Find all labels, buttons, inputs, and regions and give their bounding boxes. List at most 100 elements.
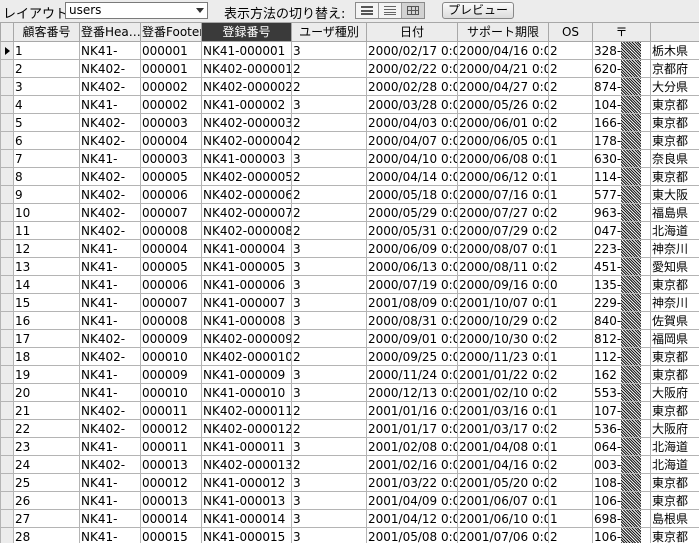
table-cell[interactable]: NK41-: [79, 437, 141, 456]
table-cell[interactable]: 2000/04/14 0:00: [366, 167, 458, 186]
table-cell[interactable]: 3: [291, 275, 367, 294]
table-cell[interactable]: 000001: [140, 41, 202, 60]
table-cell[interactable]: 000003: [140, 113, 202, 132]
table-row[interactable]: 2NK402-000001NK402-00000122000/02/22 0:0…: [0, 59, 699, 78]
table-cell[interactable]: 18: [13, 347, 80, 366]
table-cell[interactable]: 2001/04/12 0:00: [366, 509, 458, 528]
table-row[interactable]: 8NK402-000005NK402-00000522000/04/14 0:0…: [0, 167, 699, 186]
table-cell[interactable]: NK402-: [79, 347, 141, 366]
table-cell[interactable]: NK41-000003: [201, 149, 292, 168]
table-cell[interactable]: 000011: [140, 401, 202, 420]
table-cell[interactable]: 2: [291, 401, 367, 420]
row-selector[interactable]: [0, 311, 14, 330]
row-selector[interactable]: [0, 77, 14, 96]
table-cell[interactable]: 000004: [140, 131, 202, 150]
table-cell[interactable]: 2: [291, 113, 367, 132]
table-cell[interactable]: 2000/08/31 0:00: [366, 311, 458, 330]
table-cell[interactable]: 25: [13, 473, 80, 492]
table-cell[interactable]: 2000/07/19 0:00: [366, 275, 458, 294]
chevron-down-icon[interactable]: [196, 8, 204, 13]
table-cell[interactable]: NK402-000006: [201, 185, 292, 204]
table-row[interactable]: 4NK41-000002NK41-00000232000/03/28 0:002…: [0, 95, 699, 114]
table-cell[interactable]: 874-: [592, 77, 651, 96]
table-row[interactable]: 10 NK402- 000007 NK402-000007 2 2000/05/29 0:…: [0, 203, 699, 222]
row-selector[interactable]: [0, 149, 14, 168]
table-cell[interactable]: 000007: [140, 203, 202, 222]
table-cell[interactable]: 2: [548, 95, 593, 114]
table-cell[interactable]: 064-: [592, 437, 651, 456]
table-cell[interactable]: 000008: [140, 311, 202, 330]
table-cell[interactable]: 京都府: [650, 59, 699, 78]
table-cell[interactable]: 2000/07/16 0:00: [457, 185, 549, 204]
row-selector[interactable]: [0, 113, 14, 132]
table-cell[interactable]: 東京都: [650, 113, 699, 132]
table-cell[interactable]: 2000/11/24 0:00: [366, 365, 458, 384]
table-cell[interactable]: 000003: [140, 149, 202, 168]
table-cell[interactable]: 東京都: [650, 131, 699, 150]
table-cell[interactable]: NK41-: [79, 149, 141, 168]
table-cell[interactable]: 812-: [592, 329, 651, 348]
table-cell[interactable]: 10: [13, 203, 80, 222]
table-cell[interactable]: NK402-: [79, 221, 141, 240]
column-header[interactable]: OS: [548, 22, 593, 42]
layout-select[interactable]: users: [65, 2, 208, 19]
table-cell[interactable]: NK402-: [79, 77, 141, 96]
row-selector[interactable]: [0, 527, 14, 543]
table-cell[interactable]: 2: [291, 347, 367, 366]
table-cell[interactable]: 9: [13, 185, 80, 204]
table-cell[interactable]: 2000/04/27 0:00: [457, 77, 549, 96]
table-cell[interactable]: 1: [548, 401, 593, 420]
table-cell[interactable]: 2: [548, 455, 593, 474]
table-cell[interactable]: 2000/10/29 0:00: [457, 311, 549, 330]
table-cell[interactable]: 1: [548, 167, 593, 186]
row-selector[interactable]: [0, 365, 14, 384]
table-cell[interactable]: 3: [291, 365, 367, 384]
table-cell[interactable]: NK41-: [79, 383, 141, 402]
table-cell[interactable]: 2001/04/16 0:00: [457, 455, 549, 474]
table-cell[interactable]: 3: [291, 149, 367, 168]
table-cell[interactable]: 000010: [140, 383, 202, 402]
table-cell[interactable]: 114-: [592, 167, 651, 186]
table-cell[interactable]: 1: [548, 437, 593, 456]
table-cell[interactable]: 東京都: [650, 95, 699, 114]
table-cell[interactable]: NK41-000007: [201, 293, 292, 312]
table-cell[interactable]: 佐賀県: [650, 311, 699, 330]
table-cell[interactable]: 2001/01/17 0:00: [366, 419, 458, 438]
row-selector[interactable]: [0, 491, 14, 510]
table-cell[interactable]: NK402-: [79, 401, 141, 420]
table-cell[interactable]: 2001/08/09 0:00: [366, 293, 458, 312]
table-cell[interactable]: 2: [548, 527, 593, 543]
table-cell[interactable]: 東京都: [650, 491, 699, 510]
table-cell[interactable]: 2000/05/29 0:00: [366, 203, 458, 222]
table-cell[interactable]: NK41-000005: [201, 257, 292, 276]
row-selector[interactable]: [0, 329, 14, 348]
table-cell[interactable]: 2: [548, 311, 593, 330]
table-cell[interactable]: 840-: [592, 311, 651, 330]
table-cell[interactable]: NK41-: [79, 365, 141, 384]
table-cell[interactable]: 福岡県: [650, 329, 699, 348]
table-cell[interactable]: NK402-: [79, 419, 141, 438]
column-header[interactable]: [650, 22, 699, 42]
table-cell[interactable]: NK41-: [79, 491, 141, 510]
table-cell[interactable]: 2000/04/10 0:00: [366, 149, 458, 168]
column-header[interactable]: サポート期限: [457, 22, 549, 42]
table-cell[interactable]: 2001/02/10 0:00: [457, 383, 549, 402]
row-selector[interactable]: [0, 167, 14, 186]
table-cell[interactable]: NK402-000002: [201, 77, 292, 96]
table-cell[interactable]: 北海道: [650, 221, 699, 240]
table-row[interactable]: 9NK402-000006NK402-00000622000/05/18 0:0…: [0, 185, 699, 204]
table-row[interactable]: 13NK41-000005NK41-00000532000/06/13 0:00…: [0, 257, 699, 276]
table-cell[interactable]: 14: [13, 275, 80, 294]
table-cell[interactable]: 2000/02/17 0:00: [366, 41, 458, 60]
table-cell[interactable]: 東京都: [650, 347, 699, 366]
row-selector[interactable]: [0, 203, 14, 222]
table-row[interactable]: 22 NK402- 000012 NK402-000012 2 2001/01/17 0:…: [0, 419, 699, 438]
table-cell[interactable]: 奈良県: [650, 149, 699, 168]
table-cell[interactable]: NK402-: [79, 113, 141, 132]
table-cell[interactable]: 北海道: [650, 437, 699, 456]
table-cell[interactable]: 000012: [140, 419, 202, 438]
table-cell[interactable]: 6: [13, 131, 80, 150]
table-cell[interactable]: 1: [548, 131, 593, 150]
table-row[interactable]: 28NK41-000015NK41-00001532001/05/08 0:00…: [0, 527, 699, 543]
table-row[interactable]: 3NK402-000002NK402-00000222000/02/28 0:0…: [0, 77, 699, 96]
